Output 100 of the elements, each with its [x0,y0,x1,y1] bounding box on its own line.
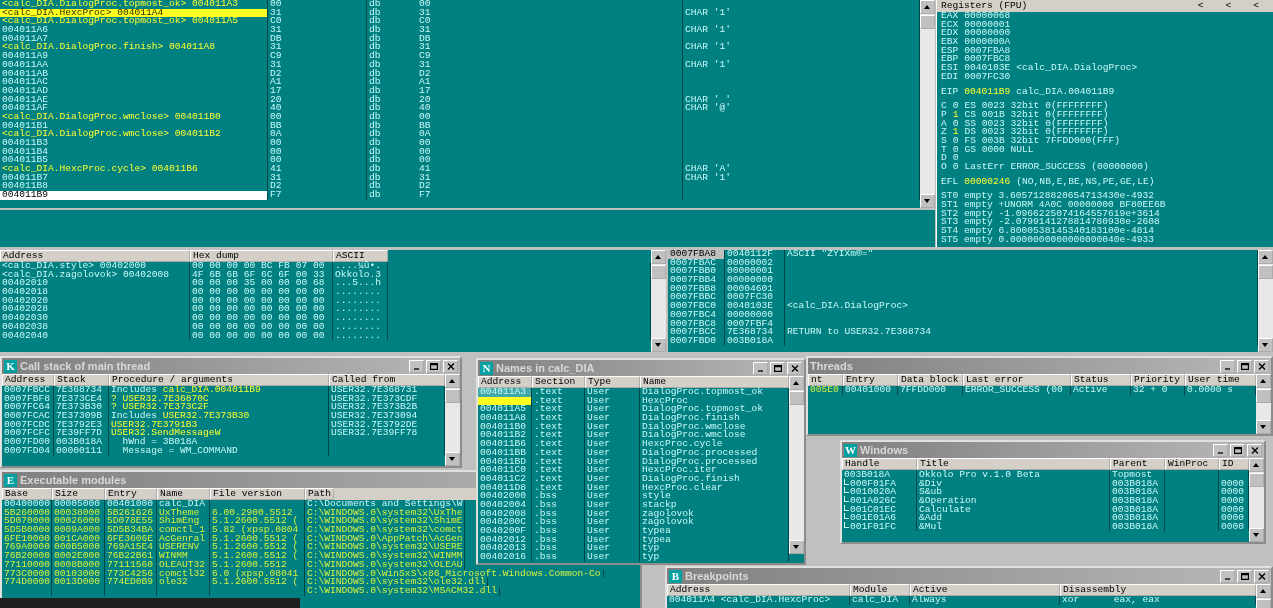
nav-button[interactable]: < [1225,1,1232,11]
column-header[interactable]: Module [850,584,910,596]
column-header[interactable]: Name [640,376,789,388]
column-header[interactable]: Section [532,376,585,388]
table-cell: C:\WINDOWS.0\system32\OLEAU [305,560,466,570]
column-header[interactable]: Size [52,488,105,500]
scroll-thumb[interactable] [651,265,666,279]
scroll-up-button[interactable] [789,376,804,390]
close-button[interactable] [787,361,802,375]
nav-button[interactable]: < [1253,1,1259,11]
table-cell: .text [532,457,585,467]
scroll-down-button[interactable] [1256,420,1271,434]
scroll-up-button[interactable] [920,0,935,14]
table-cell: 769A0000 [2,543,52,553]
column-header[interactable]: WinProc [1165,458,1219,470]
scroll-up-button[interactable] [1249,458,1264,472]
scrollbar[interactable] [651,250,666,352]
scrollbar[interactable] [1258,250,1273,352]
column-header[interactable]: Last error [963,374,1071,386]
scroll-up-button[interactable] [1256,584,1271,598]
scroll-up-button[interactable] [1258,250,1273,264]
minimize-button[interactable] [1213,443,1228,457]
column-header[interactable]: Priority [1131,374,1185,386]
column-header[interactable]: Handle [842,458,917,470]
scroll-down-button[interactable] [651,338,666,352]
table-cell: 7E368734 [725,328,785,337]
minimize-button[interactable] [753,361,768,375]
column-header[interactable]: File version [210,488,305,500]
maximize-icon [1240,572,1249,580]
column-header[interactable]: Parent [1110,458,1165,470]
column-header[interactable]: Status [1071,374,1131,386]
column-header[interactable]: Entry [105,488,157,500]
column-header[interactable]: Path [305,488,335,500]
close-button[interactable] [443,359,458,373]
table-cell: ? USER32.7E36870C [109,394,329,404]
scrollbar[interactable] [1249,458,1264,542]
close-button[interactable] [1247,443,1262,457]
column-header[interactable]: Title [917,458,1110,470]
table-cell: 004011AF [0,104,268,113]
scrollbar[interactable] [789,376,804,554]
scroll-down-button[interactable] [445,452,460,466]
column-header[interactable]: Type [585,376,640,388]
nav-button[interactable]: < [1197,1,1204,11]
column-header[interactable]: nt [808,374,843,386]
register-value: 00000001 [964,20,1011,30]
column-header[interactable]: User time [1185,374,1256,386]
scroll-thumb[interactable] [789,391,804,405]
column-header[interactable]: Disassembly [1060,584,1256,596]
table-cell: ole32 [157,578,210,587]
column-header[interactable]: Address [478,376,532,388]
close-button[interactable] [1254,359,1269,373]
scroll-down-button[interactable] [789,540,804,554]
table-cell: .text [532,440,585,449]
minimize-button[interactable] [409,359,424,373]
maximize-button[interactable] [1237,569,1252,583]
column-header[interactable]: Base [2,488,52,500]
column-header[interactable]: Procedure / arguments [109,374,329,386]
scrollbar[interactable] [1256,584,1271,608]
scroll-down-button[interactable] [1258,338,1273,352]
scroll-down-button[interactable] [1249,528,1264,542]
maximize-button[interactable] [770,361,785,375]
column-header[interactable]: Active [910,584,1060,596]
scrollbar[interactable] [1256,374,1271,434]
table-cell: 00402020 [0,296,190,306]
scroll-thumb[interactable] [1249,473,1264,487]
maximize-button[interactable] [1230,443,1245,457]
maximize-button[interactable] [426,359,441,373]
column-header[interactable]: Called from [329,374,445,386]
scroll-up-button[interactable] [651,250,666,264]
column-header[interactable]: Hex dump [190,250,333,262]
table-cell: &Mul [917,522,1110,532]
scroll-down-button[interactable] [920,194,935,208]
scrollbar[interactable] [920,0,935,208]
scroll-thumb[interactable] [1258,265,1273,279]
column-header[interactable]: Entry [843,374,898,386]
window-title: Breakpoints [685,570,749,582]
maximize-button[interactable] [1237,359,1252,373]
column-header[interactable]: Stack [54,374,109,386]
scroll-up-button[interactable] [1256,374,1271,388]
close-button[interactable] [1254,569,1269,583]
register-value: 00000068 [964,12,1011,21]
column-header[interactable]: ID [1219,458,1249,470]
column-header[interactable]: Address [667,584,850,596]
minimize-button[interactable] [1220,569,1235,583]
table-cell: 001CA000 [52,534,105,544]
scroll-thumb[interactable] [445,389,460,403]
column-header[interactable]: Name [157,488,210,500]
scroll-thumb[interactable] [1256,389,1271,403]
column-header[interactable]: Address [0,250,190,262]
table-cell: Calculate [917,504,1110,514]
scrollbar[interactable] [445,374,460,466]
table-cell: User [585,448,640,458]
minimize-button[interactable] [1220,359,1235,373]
column-header[interactable]: ASCII [333,250,388,262]
column-header[interactable]: Address [2,374,54,386]
column-header[interactable]: Data block [898,374,963,386]
table-cell: 0007FBCC [668,328,725,337]
table-cell: 31 [417,43,683,53]
scroll-thumb[interactable] [920,15,935,29]
scroll-up-button[interactable] [445,374,460,388]
